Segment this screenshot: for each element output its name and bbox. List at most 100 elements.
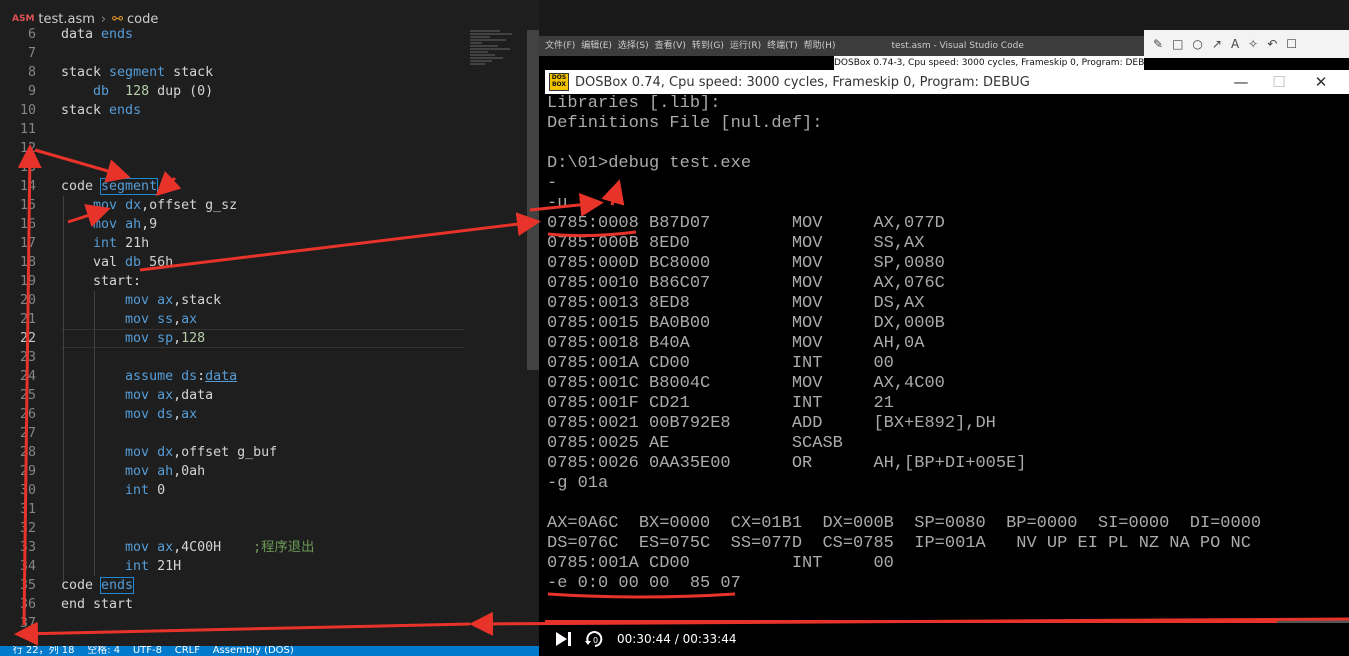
console-line: 0785:0013 8ED8 MOV DS,AX: [547, 294, 925, 313]
dosbox-console[interactable]: Libraries [.lib]: Definitions File [nul.d…: [545, 94, 1349, 604]
code-line[interactable]: 34 int 21H: [0, 557, 530, 576]
annotation-tool-icon[interactable]: ○: [1192, 37, 1202, 51]
menu-item[interactable]: 编辑(E): [581, 41, 612, 51]
line-number: 34: [19, 559, 36, 574]
console-line: D:\01>debug test.exe: [547, 154, 752, 173]
code-line[interactable]: 14 code segment: [0, 177, 530, 196]
code-token: ends: [109, 103, 142, 118]
vscode-editor[interactable]: ASM test.asm › ⚯ code 6 data ends 7 8 stack …: [0, 0, 539, 656]
dosbox-app-icon: DOS BOX: [549, 73, 569, 91]
console-line: 0785:0018 B40A MOV AH,0A: [547, 334, 925, 353]
annotation-tool-icon[interactable]: ✧: [1248, 37, 1258, 51]
code-line[interactable]: 37: [0, 614, 530, 633]
code-line[interactable]: 36 end start: [0, 595, 530, 614]
code-text: mov sp,128: [61, 329, 205, 348]
console-line: -u: [547, 194, 568, 213]
code-line[interactable]: 16 mov ah,9: [0, 215, 530, 234]
code-line[interactable]: 35 code ends: [0, 576, 530, 595]
code-text: int 21H: [61, 557, 181, 576]
code-token: ,: [173, 331, 182, 346]
code-token: ,stack: [173, 293, 222, 308]
asm-file-icon: ASM: [12, 14, 35, 24]
code-line[interactable]: 30 int 0: [0, 481, 530, 500]
menu-item[interactable]: 转到(G): [692, 41, 724, 51]
code-line[interactable]: 18 val db 56h: [0, 253, 530, 272]
code-line[interactable]: 19 start:: [0, 272, 530, 291]
code-token: dx: [125, 198, 142, 213]
annotation-tool-icon[interactable]: ✎: [1153, 37, 1163, 51]
progress-bar[interactable]: [545, 620, 1349, 623]
menu-item[interactable]: 帮助(H): [804, 41, 836, 51]
line-number: 28: [19, 445, 36, 460]
loop-icon[interactable]: 0: [583, 629, 607, 649]
menu-item[interactable]: 终端(T): [767, 41, 798, 51]
code-token: ends: [101, 27, 134, 42]
menu-item[interactable]: 文件(F): [545, 41, 575, 51]
code-line[interactable]: 22 mov sp,128: [0, 329, 530, 348]
code-text: mov dx,offset g_sz: [61, 196, 237, 215]
code-line[interactable]: 25 mov ax,data: [0, 386, 530, 405]
annotation-tool-icon[interactable]: □: [1172, 37, 1183, 51]
code-line[interactable]: 21 mov ss,ax: [0, 310, 530, 329]
code-line[interactable]: 27: [0, 424, 530, 443]
code-line[interactable]: 11: [0, 120, 530, 139]
line-number: 26: [19, 407, 36, 422]
code-line[interactable]: 26 mov ds,ax: [0, 405, 530, 424]
code-line[interactable]: 23: [0, 348, 530, 367]
code-line[interactable]: 33 mov ax,4C00H ;程序退出: [0, 538, 530, 557]
code-line[interactable]: 15 mov dx,offset g_sz: [0, 196, 530, 215]
code-line[interactable]: 10 stack ends: [0, 101, 530, 120]
editor-scrollbar[interactable]: [527, 30, 539, 370]
code-token: stack: [61, 103, 110, 118]
dosbox-taskbar-title[interactable]: DOSBox 0.74-3, Cpu speed: 3000 cycles, F…: [834, 56, 1144, 70]
menu-item[interactable]: 选择(S): [618, 41, 649, 51]
annotation-tool-icon[interactable]: ↶: [1267, 37, 1277, 51]
dosbox-titlebar[interactable]: DOS BOX DOSBox 0.74, Cpu speed: 3000 cyc…: [545, 70, 1349, 94]
vscode-window-titlebar[interactable]: 文件(F) 编辑(E) 选择(S) 查看(V) 转到(G) 运行(R) 终端(T) 帮助(H)…: [539, 36, 1144, 56]
menu-item[interactable]: 运行(R): [730, 41, 761, 51]
code-line[interactable]: 9 db 128 dup (0): [0, 82, 530, 101]
annotation-tool-icon[interactable]: ↗: [1212, 37, 1222, 51]
code-line[interactable]: 28 mov dx,offset g_buf: [0, 443, 530, 462]
code-line[interactable]: 32: [0, 519, 530, 538]
annotation-tool-icon[interactable]: ☐: [1286, 37, 1297, 51]
code-line[interactable]: 12: [0, 139, 530, 158]
code-token: stack: [61, 65, 110, 80]
code-text: mov ax,data: [61, 386, 213, 405]
code-lines[interactable]: 6 data ends 7 8 stack segment stack 9 db 128 …: [0, 25, 530, 633]
annotation-tool-icon[interactable]: A: [1231, 37, 1239, 51]
video-timecode: 00:30:44 / 00:33:44: [617, 632, 737, 646]
code-token: 21h: [117, 236, 150, 251]
video-player-bar[interactable]: 0 00:30:44 / 00:33:44: [545, 620, 1349, 656]
code-line[interactable]: 29 mov ah,0ah: [0, 462, 530, 481]
close-button[interactable]: ✕: [1301, 70, 1341, 94]
minimap[interactable]: [470, 30, 525, 110]
code-line[interactable]: 6 data ends: [0, 25, 530, 44]
code-token: segment: [100, 178, 159, 195]
menu-item[interactable]: 查看(V): [655, 41, 686, 51]
code-line[interactable]: 13: [0, 158, 530, 177]
svg-text:0: 0: [593, 636, 598, 645]
maximize-button[interactable]: ☐: [1259, 70, 1299, 94]
status-bar[interactable]: 行 22，列 18 空格: 4 UTF-8 CRLF Assembly (DOS…: [0, 646, 539, 656]
code-token: int: [125, 483, 150, 498]
skip-next-icon[interactable]: [553, 629, 573, 649]
line-number: 24: [19, 369, 36, 384]
minimize-button[interactable]: —: [1221, 70, 1261, 94]
code-line[interactable]: 24 assume ds:data: [0, 367, 530, 386]
code-line[interactable]: 7: [0, 44, 530, 63]
code-line[interactable]: 8 stack segment stack: [0, 63, 530, 82]
code-token: start:: [61, 274, 142, 289]
annotation-toolbar[interactable]: ✎ □ ○ ↗ A ✧ ↶ ☐: [1144, 30, 1349, 58]
line-number: 18: [19, 255, 36, 270]
code-line[interactable]: 17 int 21h: [0, 234, 530, 253]
code-token: ,0ah: [173, 464, 206, 479]
code-line[interactable]: 20 mov ax,stack: [0, 291, 530, 310]
code-line[interactable]: 31: [0, 500, 530, 519]
code-token: mov: [125, 445, 150, 460]
